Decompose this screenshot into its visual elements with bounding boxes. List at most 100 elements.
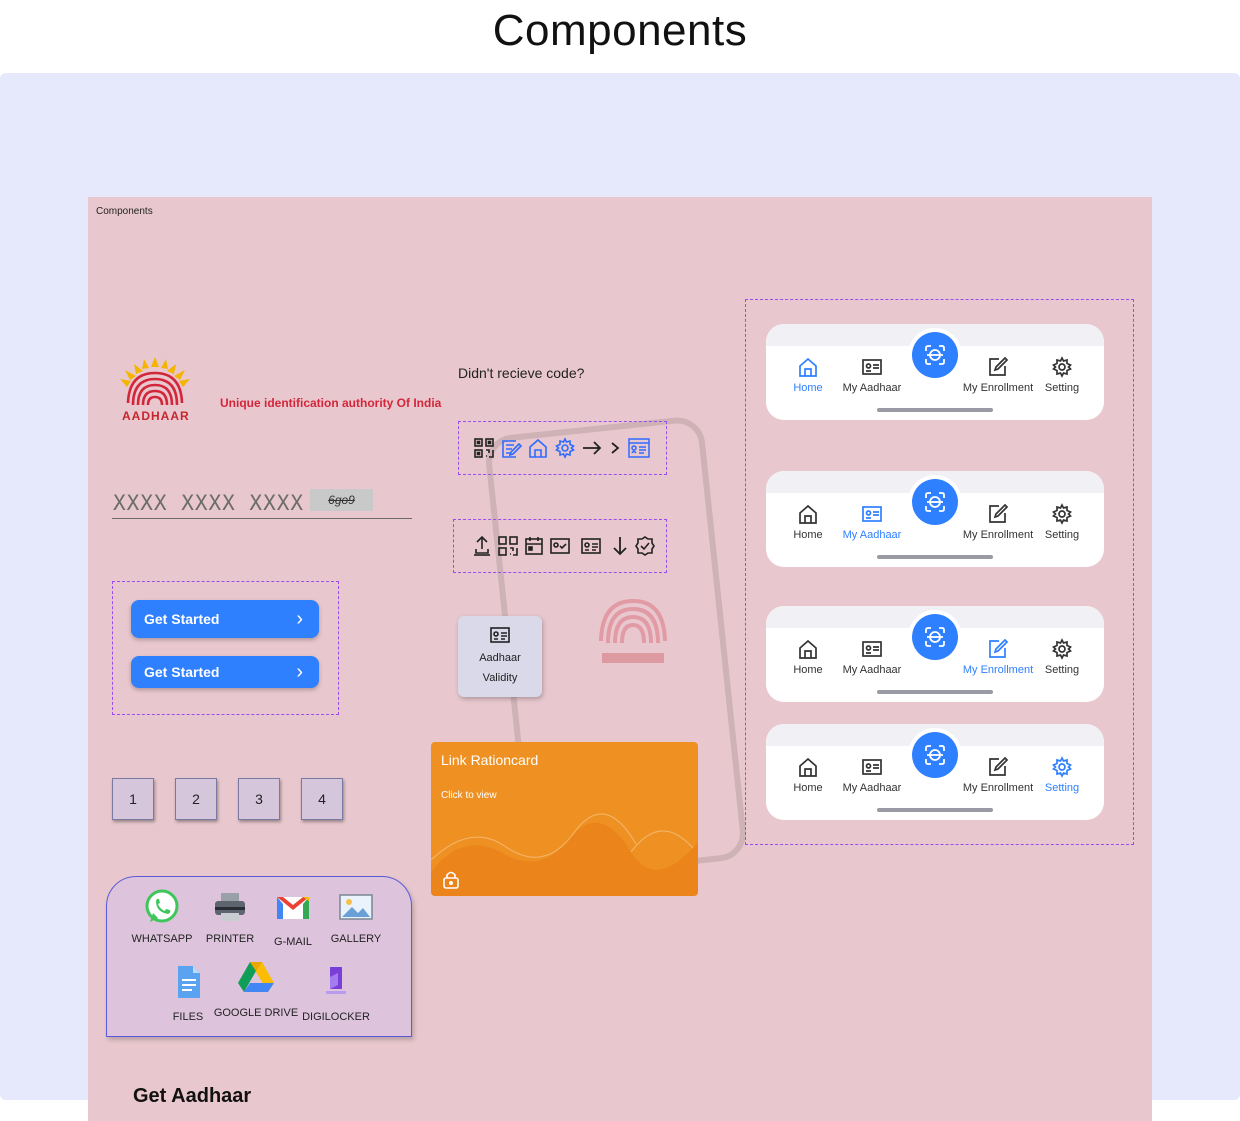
- scan-icon: [925, 745, 945, 765]
- icon-set-secondary: [453, 519, 667, 573]
- get-aadhaar-heading: Get Aadhaar: [133, 1085, 252, 1107]
- nav-label-home: Home: [793, 664, 823, 676]
- calendar-icon: [525, 537, 543, 555]
- nav-item-my-aadhaar[interactable]: My Aadhaar: [827, 638, 917, 676]
- home-icon: [799, 504, 817, 524]
- edit-icon: [989, 756, 1009, 776]
- nav-item-setting[interactable]: Setting: [1017, 356, 1107, 394]
- home-icon: [529, 438, 547, 458]
- resend-code-link[interactable]: Didn't recieve code?: [458, 365, 584, 381]
- aadhaar-validity-card[interactable]: Aadhaar Validity: [458, 616, 542, 697]
- nav-item-my-aadhaar[interactable]: My Aadhaar: [827, 503, 917, 541]
- aadhaar-fingerprint-icon: [120, 357, 190, 406]
- nav-label-home: Home: [793, 529, 823, 541]
- bottom-nav-bar: Home My Aadhaar My Enrollment Setting: [766, 324, 1104, 420]
- page-number-3[interactable]: 3: [238, 778, 280, 820]
- arrow-right-icon: [583, 441, 602, 455]
- edit-icon: [989, 356, 1009, 376]
- bottom-nav-bar: Home My Aadhaar My Enrollment Setting: [766, 606, 1104, 702]
- edit-icon: [989, 638, 1009, 658]
- printer-icon: [215, 893, 245, 921]
- link-rationcard-card[interactable]: Link Rationcard Click to view: [431, 742, 698, 896]
- components-frame: Components Unique identification authori…: [88, 197, 1152, 1121]
- share-app-gallery[interactable]: GALLERY: [311, 889, 401, 945]
- id-card-icon: [862, 759, 882, 775]
- captcha-code: 6go9: [310, 489, 373, 511]
- icon-set-primary: [458, 421, 667, 475]
- gmail-icon: [277, 897, 309, 919]
- nav-item-setting[interactable]: Setting: [1017, 756, 1107, 794]
- chevron-right-icon: ›: [296, 608, 303, 630]
- chevron-right-icon: ›: [296, 661, 303, 683]
- page-title: Components: [492, 6, 748, 55]
- share-app-label: PRINTER: [205, 933, 255, 945]
- get-started-label: Get Started: [144, 664, 220, 680]
- gallery-icon: [339, 894, 373, 920]
- gear-icon: [555, 437, 575, 459]
- nav-label-my-aadhaar: My Aadhaar: [842, 529, 902, 541]
- id-card-icon: [862, 359, 882, 375]
- button-variants-group: Get Started › Get Started ›: [112, 581, 339, 715]
- id-check-icon: [550, 538, 570, 554]
- validity-label-line1: Aadhaar: [479, 652, 521, 664]
- nav-label-my-aadhaar: My Aadhaar: [842, 382, 902, 394]
- nav-item-my-aadhaar[interactable]: My Aadhaar: [827, 756, 917, 794]
- home-indicator: [877, 555, 993, 559]
- chevron-right-icon: [611, 442, 620, 454]
- scan-fab-button[interactable]: [912, 732, 958, 778]
- qr-code-icon: [498, 536, 518, 556]
- gear-icon: [1052, 503, 1072, 525]
- logo-wordmark: AADHAAR: [122, 409, 190, 423]
- gear-icon: [1052, 356, 1072, 378]
- share-app-label: GALLERY: [330, 933, 382, 945]
- ration-card-subtitle: Click to view: [441, 790, 497, 801]
- nav-label-home: Home: [793, 782, 823, 794]
- scan-fab-button[interactable]: [912, 479, 958, 525]
- get-started-button-compact[interactable]: Get Started ›: [131, 656, 319, 688]
- whatsapp-icon: [145, 889, 179, 923]
- frame-label: Components: [96, 206, 153, 217]
- canvas-stage: Components Unique identification authori…: [0, 73, 1240, 1121]
- id-card-icon: [862, 641, 882, 657]
- get-started-label: Get Started: [144, 611, 220, 627]
- files-icon: [178, 966, 200, 998]
- gear-icon: [1052, 756, 1072, 778]
- home-indicator: [877, 408, 993, 412]
- home-icon: [799, 357, 817, 377]
- aadhaar-mask-text: XXXX XXXX XXXX: [113, 491, 305, 515]
- edit-document-icon: [502, 440, 522, 458]
- share-app-label: DIGILOCKER: [302, 1011, 370, 1023]
- share-app-digilocker[interactable]: DIGILOCKER: [291, 963, 381, 1023]
- nav-item-setting[interactable]: Setting: [1017, 638, 1107, 676]
- nav-label-my-aadhaar: My Aadhaar: [842, 664, 902, 676]
- id-card-icon: [628, 438, 650, 458]
- page-number-2[interactable]: 2: [175, 778, 217, 820]
- id-card-icon: [862, 506, 882, 522]
- nav-item-my-aadhaar[interactable]: My Aadhaar: [827, 356, 917, 394]
- page-number-4[interactable]: 4: [301, 778, 343, 820]
- google-drive-icon: [238, 962, 274, 992]
- nav-label-setting: Setting: [1044, 664, 1080, 676]
- scan-fab-button[interactable]: [912, 332, 958, 378]
- get-started-button[interactable]: Get Started ›: [131, 600, 319, 638]
- share-app-label: GOOGLE DRIVE: [213, 1007, 299, 1019]
- nav-label-my-aadhaar: My Aadhaar: [842, 782, 902, 794]
- share-app-google-drive[interactable]: GOOGLE DRIVE: [211, 959, 301, 1019]
- home-icon: [799, 757, 817, 777]
- page-number-1[interactable]: 1: [112, 778, 154, 820]
- bottom-nav-variants: Home My Aadhaar My Enrollment Setting Ho…: [745, 299, 1134, 845]
- aadhaar-number-field[interactable]: XXXX XXXX XXXX 6go9: [112, 483, 412, 519]
- nav-item-setting[interactable]: Setting: [1017, 503, 1107, 541]
- id-card-icon: [490, 627, 510, 643]
- scan-icon: [925, 492, 945, 512]
- home-indicator: [877, 808, 993, 812]
- scan-icon: [925, 627, 945, 647]
- logo-subtitle: Unique identification authority Of India: [220, 396, 442, 410]
- edit-icon: [989, 503, 1009, 523]
- digilocker-icon: [326, 967, 346, 994]
- share-app-label: FILES: [172, 1011, 204, 1023]
- share-app-label: G-MAIL: [274, 936, 312, 948]
- validity-label-line2: Validity: [482, 672, 518, 684]
- scan-fab-button[interactable]: [912, 614, 958, 660]
- share-sheet: WHATSAPP PRINTER G-MAIL GALLERY FILES GO…: [106, 876, 412, 1037]
